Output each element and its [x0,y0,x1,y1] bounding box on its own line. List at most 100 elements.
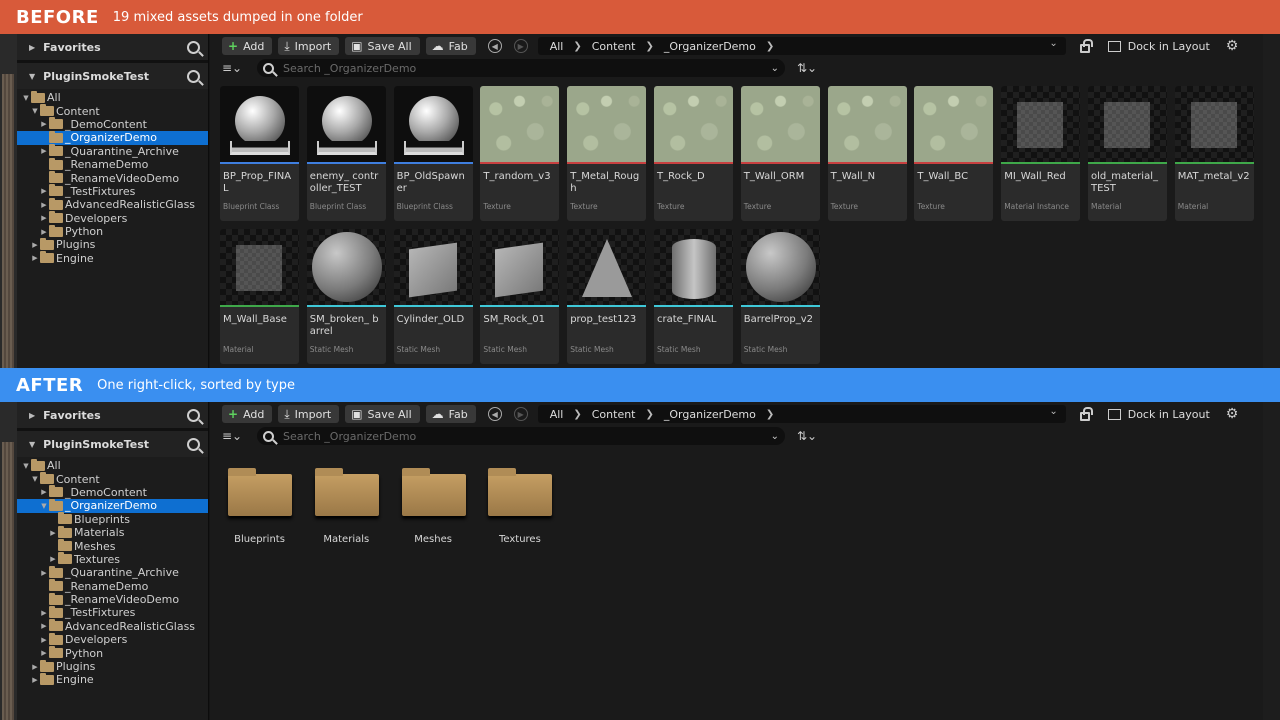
collapsed-arrow-icon[interactable]: ▶ [39,622,49,630]
chevron-right-icon[interactable]: ❯ [766,409,774,420]
favorites-header[interactable]: ▶ Favorites [17,34,208,60]
chevron-down-icon[interactable]: ⌄ [771,431,779,442]
tree-item[interactable]: ▶ Plugins [17,237,208,251]
chevron-down-icon[interactable]: ⌄ [771,63,779,74]
tree-item[interactable]: ▶ _Quarantine_Archive [17,565,208,579]
gear-icon[interactable]: ⚙ [1226,406,1239,422]
asset-tile[interactable]: enemy_ controller_TEST Blueprint Class [306,86,386,221]
chevron-right-icon[interactable]: ❯ [646,409,654,420]
favorites-header[interactable]: ▶ Favorites [17,402,208,428]
folder-tile[interactable]: Blueprints [220,462,299,552]
collapsed-arrow-icon[interactable]: ▶ [39,609,49,617]
tree-item[interactable]: ▶ Engine [17,251,208,265]
asset-tile[interactable]: BarrelProp_v2 Static Mesh [740,229,820,364]
asset-tile[interactable]: T_Wall_ORM Texture [740,86,820,221]
collapsed-arrow-icon[interactable]: ▶ [30,254,40,262]
chevron-down-icon[interactable]: ⌄ [1049,406,1057,417]
tree-item[interactable]: ▶ Developers [17,632,208,646]
tree-item[interactable]: ▶ AdvancedRealisticGlass [17,197,208,211]
lock-icon[interactable] [1079,38,1093,53]
tree-item[interactable]: ▼ All [17,90,208,104]
asset-tile[interactable]: SM_broken_ barrel Static Mesh [306,229,386,364]
tree-item[interactable]: ▶ Engine [17,672,208,686]
sort-icon[interactable]: ⇅⌄ [797,61,817,75]
back-icon[interactable]: ◀ [487,407,502,421]
asset-tile[interactable]: T_Wall_BC Texture [914,86,994,221]
folder-tile[interactable]: Materials [307,462,386,552]
expanded-arrow-icon[interactable]: ▼ [30,107,40,115]
collapsed-arrow-icon[interactable]: ▶ [39,147,49,155]
breadcrumb-organizerdemo[interactable]: _OrganizerDemo [664,408,756,421]
filter-icon[interactable]: ≡⌄ [222,429,252,443]
collapsed-arrow-icon[interactable]: ▶ [39,569,49,577]
tree-item[interactable]: _RenameVideoDemo [17,592,208,606]
collapsed-arrow-icon[interactable]: ▶ [48,555,58,563]
chevron-right-icon[interactable]: ❯ [573,409,581,420]
asset-tile[interactable]: crate_FINAL Static Mesh [654,229,733,364]
tree-item[interactable]: ▶ _TestFixtures [17,184,208,198]
expanded-arrow-icon[interactable]: ▼ [21,94,31,102]
lock-icon[interactable] [1079,406,1093,421]
folder-tile[interactable]: Meshes [394,462,473,552]
tree-item[interactable]: ▶ Textures [17,552,208,566]
tree-item[interactable]: _RenameDemo [17,157,208,171]
tree-item[interactable]: ▶ _DemoContent [17,117,208,131]
asset-tile[interactable]: MAT_metal_v2 Material [1174,86,1254,221]
asset-tile[interactable]: prop_test123 Static Mesh [567,229,647,364]
asset-tile[interactable]: T_Metal_Rough Texture [567,86,647,221]
asset-tile[interactable]: M_Wall_Base Material [220,229,299,364]
dock-in-layout-button[interactable]: Dock in Layout [1107,40,1210,53]
expanded-arrow-icon[interactable]: ▼ [21,462,31,470]
tree-item[interactable]: ▶ Plugins [17,659,208,673]
tree-item[interactable]: ▶ AdvancedRealisticGlass [17,619,208,633]
asset-tile[interactable]: T_Rock_D Texture [654,86,733,221]
tree-item[interactable]: _OrganizerDemo [17,130,208,145]
collapsed-arrow-icon[interactable]: ▶ [39,228,49,236]
save-all-button[interactable]: ▣ Save All [345,37,420,55]
search-input[interactable]: Search _OrganizerDemo ⌄ [257,427,785,445]
expanded-arrow-icon[interactable]: ▼ [30,475,40,483]
tree-item[interactable]: Blueprints [17,512,208,526]
collapsed-arrow-icon[interactable]: ▶ [39,201,49,209]
asset-tile[interactable]: T_Wall_N Texture [827,86,907,221]
tree-item[interactable]: ▶ _Quarantine_Archive [17,144,208,158]
collapsed-arrow-icon[interactable]: ▶ [30,663,40,671]
breadcrumb-content[interactable]: Content [592,40,636,53]
collapsed-arrow-icon[interactable]: ▶ [39,649,49,657]
search-input[interactable]: Search _OrganizerDemo ⌄ [257,59,785,77]
tree-item[interactable]: ▶ Developers [17,211,208,225]
asset-tile[interactable]: T_random_v3 Texture [480,86,560,221]
chevron-right-icon[interactable]: ❯ [766,41,774,52]
expanded-arrow-icon[interactable]: ▼ [39,502,49,510]
search-icon[interactable] [187,40,200,54]
search-icon[interactable] [187,408,200,422]
tree-item[interactable]: Meshes [17,539,208,553]
tree-item[interactable]: ▶ Python [17,646,208,660]
collapsed-arrow-icon[interactable]: ▶ [30,241,40,249]
collapsed-arrow-icon[interactable]: ▶ [39,120,49,128]
folder-tile[interactable]: Textures [480,462,559,552]
filter-icon[interactable]: ≡⌄ [222,61,252,75]
collapsed-arrow-icon[interactable]: ▶ [30,676,40,684]
collapsed-arrow-icon[interactable]: ▶ [39,488,49,496]
tree-item[interactable]: ▶ _TestFixtures [17,605,208,619]
tree-item[interactable]: _RenameVideoDemo [17,171,208,185]
import-button[interactable]: ⤓ Import [278,37,340,55]
tree-item[interactable]: _RenameDemo [17,579,208,593]
search-icon[interactable] [187,69,200,83]
tree-item[interactable]: ▶ Python [17,224,208,238]
asset-tile[interactable]: Cylinder_OLD Static Mesh [393,229,473,364]
asset-tile[interactable]: SM_Rock_01 Static Mesh [480,229,560,364]
tree-item[interactable]: ▼ Content [17,472,208,486]
asset-tile[interactable]: MI_Wall_Red Material Instance [1001,86,1081,221]
chevron-down-icon[interactable]: ⌄ [1049,38,1057,49]
collapsed-arrow-icon[interactable]: ▶ [39,214,49,222]
add-button[interactable]: + Add [222,405,273,423]
tree-item[interactable]: ▼ _OrganizerDemo [17,498,208,513]
save-all-button[interactable]: ▣ Save All [345,405,420,423]
tree-item[interactable]: ▶ Materials [17,525,208,539]
sort-icon[interactable]: ⇅⌄ [797,429,817,443]
chevron-right-icon[interactable]: ❯ [646,41,654,52]
dock-in-layout-button[interactable]: Dock in Layout [1107,408,1210,421]
fab-button[interactable]: ☁ Fab [425,405,476,423]
